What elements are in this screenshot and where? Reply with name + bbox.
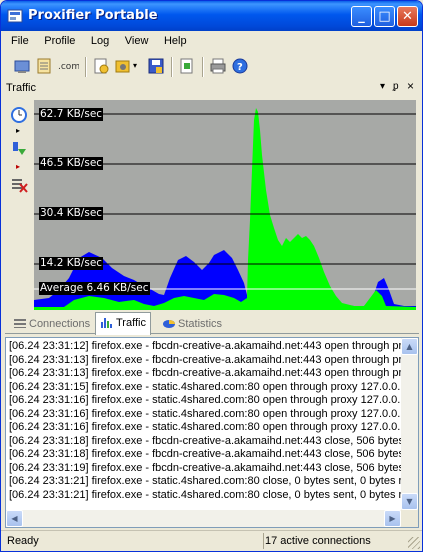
log-row: [06.24 23:31:13] firefox.exe - fbcdn-cre… — [9, 353, 401, 366]
export-icon[interactable] — [178, 57, 196, 75]
vertical-scrollbar[interactable]: ▲ ▼ — [401, 338, 418, 510]
svg-text:?: ? — [237, 62, 243, 73]
menu-profile[interactable]: Profile — [38, 33, 81, 49]
app-window: Proxifier Portable _ □ ✕ File Profile Lo… — [0, 0, 423, 552]
traffic-chart-icon — [101, 318, 112, 328]
log-icon[interactable] — [35, 57, 53, 75]
log-row: [06.24 23:31:15] firefox.exe - static.4s… — [9, 380, 401, 393]
scroll-right-button[interactable]: ▶ — [384, 510, 401, 527]
window-title: Proxifier Portable — [28, 8, 158, 23]
close-button[interactable]: ✕ — [397, 6, 418, 27]
log-row: [06.24 23:31:16] firefox.exe - static.4s… — [9, 407, 401, 420]
status-text: Ready — [7, 535, 39, 547]
connections-icon — [14, 319, 26, 328]
tab-connections-label: Connections — [29, 318, 91, 330]
scroll-up-button[interactable]: ▲ — [401, 338, 418, 355]
scrollbar-corner — [401, 510, 418, 527]
menu-view[interactable]: View — [119, 33, 155, 49]
tab-statistics[interactable]: Statistics — [158, 314, 226, 334]
log-row: [06.24 23:31:16] firefox.exe - static.4s… — [9, 421, 401, 433]
pane-dropdown-button[interactable]: ▾ — [380, 81, 385, 92]
status-divider — [263, 533, 264, 549]
log-row: [06.24 23:31:19] firefox.exe - fbcdn-cre… — [9, 461, 401, 474]
arrow-dropdown-icon[interactable]: ▸ — [16, 162, 20, 171]
menu-file[interactable]: File — [5, 33, 35, 49]
arrow-down-icon[interactable] — [10, 140, 28, 158]
scale-label-3: 30.4 KB/sec — [39, 207, 104, 220]
scale-label-4: 14.2 KB/sec — [39, 257, 104, 270]
options-icon[interactable] — [114, 57, 132, 75]
toolbar-separator — [171, 57, 173, 77]
pane-pin-button[interactable]: ᵱ — [393, 81, 399, 92]
log-rows: [06.24 23:31:12] firefox.exe - fbcdn-cre… — [9, 340, 401, 502]
proxifier-app-icon — [7, 9, 23, 23]
toolbar-separator — [202, 57, 204, 77]
statistics-pie-icon — [163, 320, 175, 328]
log-row: [06.24 23:31:16] firefox.exe - static.4s… — [9, 394, 401, 406]
active-connections-count: 17 active connections — [265, 535, 371, 547]
status-bar: Ready 17 active connections — [1, 530, 422, 551]
save-icon[interactable] — [147, 57, 165, 75]
title-bar[interactable]: Proxifier Portable _ □ ✕ — [1, 1, 422, 31]
tab-statistics-label: Statistics — [178, 318, 223, 330]
minimize-button[interactable]: _ — [351, 6, 372, 27]
tab-connections[interactable]: Connections — [9, 314, 94, 334]
log-row: [06.24 23:31:18] firefox.exe - fbcdn-cre… — [9, 434, 401, 447]
toolbar: .com ▾ ? — [5, 54, 419, 80]
traffic-graph-canvas — [34, 108, 416, 310]
log-row: [06.24 23:31:21] firefox.exe - static.4s… — [9, 475, 401, 487]
scroll-down-button[interactable]: ▼ — [401, 493, 418, 510]
options-dropdown-arrow-icon[interactable]: ▾ — [133, 61, 137, 70]
view-tabs: Connections Traffic Statistics — [5, 312, 419, 335]
traffic-graph: 62.7 KB/sec 46.5 KB/sec 30.4 KB/sec 14.2… — [34, 100, 416, 310]
help-icon[interactable]: ? — [231, 57, 249, 75]
pane-close-button[interactable]: × — [407, 79, 414, 93]
new-rule-icon[interactable] — [92, 57, 110, 75]
scale-label-2: 46.5 KB/sec — [39, 157, 104, 170]
scroll-left-button[interactable]: ◀ — [6, 510, 23, 527]
traffic-sidebar: ▸ ▸ — [5, 100, 33, 310]
print-icon[interactable] — [209, 57, 227, 75]
average-label: Average 6.46 KB/sec — [39, 282, 150, 295]
log-row: [06.24 23:31:13] firefox.exe - fbcdn-cre… — [9, 367, 401, 379]
log-row: [06.24 23:31:21] firefox.exe - static.4s… — [9, 488, 401, 501]
menu-log[interactable]: Log — [85, 33, 115, 49]
scale-label-1: 62.7 KB/sec — [39, 108, 104, 121]
menu-bar: File Profile Log View Help — [5, 33, 193, 53]
pane-title: Traffic — [6, 82, 36, 94]
maximize-button[interactable]: □ — [374, 6, 395, 27]
clock-icon[interactable] — [10, 106, 28, 124]
svg-text:.com: .com — [58, 62, 79, 72]
clock-dropdown-arrow-icon[interactable]: ▸ — [16, 126, 20, 135]
tab-traffic-label: Traffic — [116, 317, 146, 329]
menu-help[interactable]: Help — [158, 33, 193, 49]
resize-grip[interactable] — [408, 537, 420, 549]
log-row: [06.24 23:31:12] firefox.exe - fbcdn-cre… — [9, 340, 401, 352]
horizontal-scrollbar[interactable]: ◀ ▶ — [6, 510, 401, 527]
profile-icon[interactable] — [13, 57, 31, 75]
tab-traffic[interactable]: Traffic — [95, 312, 151, 335]
connection-log[interactable]: [06.24 23:31:12] firefox.exe - fbcdn-cre… — [5, 337, 419, 528]
clear-icon[interactable] — [10, 176, 28, 194]
traffic-pane-header: Traffic ▾ ᵱ × — [4, 79, 419, 97]
toolbar-separator — [85, 57, 87, 77]
dotcom-icon[interactable]: .com — [57, 57, 79, 75]
log-row: [06.24 23:31:18] firefox.exe - fbcdn-cre… — [9, 448, 401, 460]
